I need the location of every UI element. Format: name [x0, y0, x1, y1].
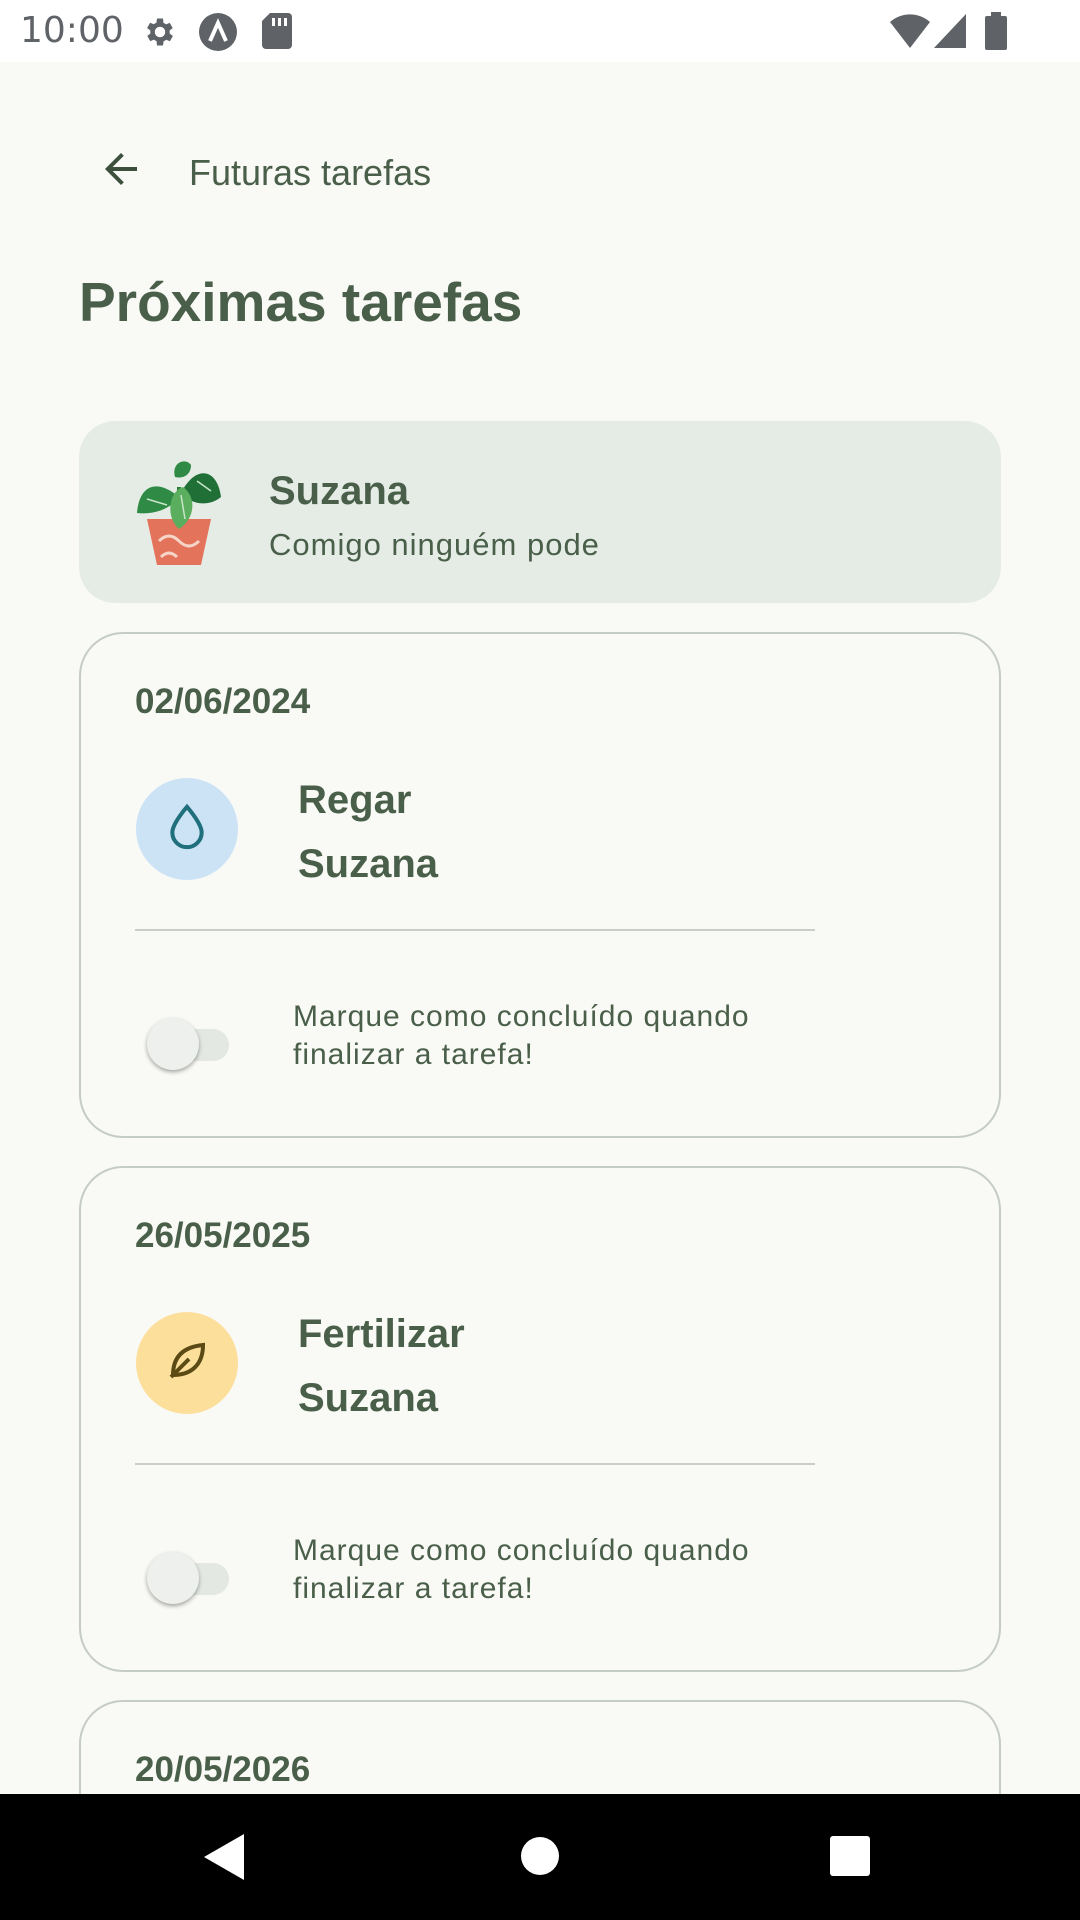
system-nav-bar	[0, 1794, 1080, 1920]
back-triangle-icon[interactable]	[204, 1834, 244, 1885]
recents-square-icon[interactable]	[830, 1836, 870, 1881]
water-drop-icon	[165, 803, 209, 856]
back-button[interactable]	[88, 138, 154, 204]
status-time: 10:00	[20, 10, 124, 51]
plant-header-card: Suzana Comigo ninguém pode	[79, 421, 1001, 603]
task-hint: Marque como concluído quando finalizar a…	[293, 1000, 750, 1071]
task-plant-name: Suzana	[298, 842, 439, 886]
wifi-icon	[890, 14, 930, 53]
page-title: Próximas tarefas	[79, 271, 523, 333]
task-date: 20/05/2026	[135, 1750, 311, 1789]
battery-icon	[985, 12, 1007, 55]
divider	[135, 1463, 815, 1465]
status-bar: 10:00	[0, 0, 1080, 62]
plant-species: Comigo ninguém pode	[269, 527, 600, 562]
task-date: 26/05/2025	[135, 1216, 311, 1255]
task-icon-badge	[136, 778, 238, 880]
task-icon-badge	[136, 1312, 238, 1414]
task-card: 26/05/2025 Fertilizar Suzana Marque como…	[79, 1166, 1001, 1672]
task-card: 02/06/2024 Regar Suzana Marque como conc…	[79, 632, 1001, 1138]
task-type: Regar	[298, 778, 412, 822]
toggle-thumb	[147, 1552, 199, 1604]
toggle-thumb	[147, 1018, 199, 1070]
task-plant-name: Suzana	[298, 1376, 439, 1420]
task-type: Fertilizar	[298, 1312, 465, 1356]
signal-icon	[934, 14, 966, 53]
accessibility-icon	[198, 12, 238, 57]
home-circle-icon[interactable]	[520, 1836, 560, 1881]
gear-icon	[142, 14, 178, 55]
arrow-back-icon	[97, 145, 145, 198]
leaf-icon	[163, 1337, 211, 1390]
task-hint: Marque como concluído quando finalizar a…	[293, 1534, 750, 1605]
done-toggle[interactable]	[147, 1014, 233, 1074]
done-toggle[interactable]	[147, 1548, 233, 1608]
sd-card-icon	[262, 13, 292, 54]
plant-name: Suzana	[269, 469, 410, 513]
plant-illustration	[135, 457, 223, 567]
divider	[135, 929, 815, 931]
app-bar-title: Futuras tarefas	[189, 152, 432, 193]
task-date: 02/06/2024	[135, 682, 311, 721]
